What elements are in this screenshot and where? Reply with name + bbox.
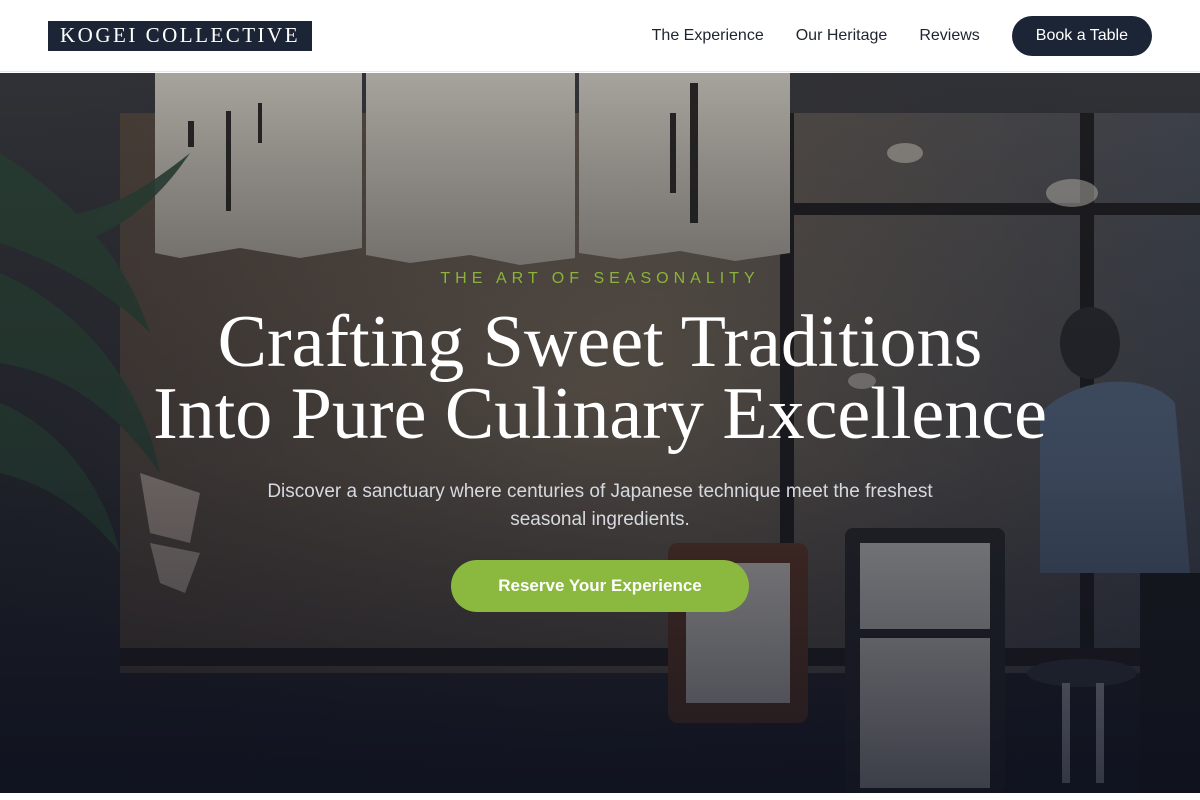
nav-link-experience[interactable]: The Experience bbox=[652, 27, 764, 45]
nav-link-heritage[interactable]: Our Heritage bbox=[796, 27, 888, 45]
hero-eyebrow: THE ART OF SEASONALITY bbox=[440, 270, 760, 287]
main-nav: The Experience Our Heritage Reviews Book… bbox=[620, 15, 1152, 56]
hero-section: THE ART OF SEASONALITY Crafting Sweet Tr… bbox=[0, 73, 1200, 793]
site-header: KOGEI COLLECTIVE The Experience Our Heri… bbox=[0, 0, 1200, 72]
hero-subtext: Discover a sanctuary where centuries of … bbox=[267, 481, 933, 530]
hero-content: THE ART OF SEASONALITY Crafting Sweet Tr… bbox=[0, 73, 1200, 793]
book-table-button[interactable]: Book a Table bbox=[1011, 15, 1152, 56]
hero-headline-line-1: Crafting Sweet Traditions bbox=[217, 301, 983, 383]
page-bottom-strip bbox=[0, 793, 1200, 800]
reserve-experience-button[interactable]: Reserve Your Experience bbox=[451, 560, 749, 612]
brand-logo[interactable]: KOGEI COLLECTIVE bbox=[48, 20, 313, 51]
hero-headline: Crafting Sweet Traditions Into Pure Culi… bbox=[50, 305, 1150, 451]
hero-headline-line-2: Into Pure Culinary Excellence bbox=[153, 373, 1047, 455]
nav-link-reviews[interactable]: Reviews bbox=[919, 27, 979, 45]
